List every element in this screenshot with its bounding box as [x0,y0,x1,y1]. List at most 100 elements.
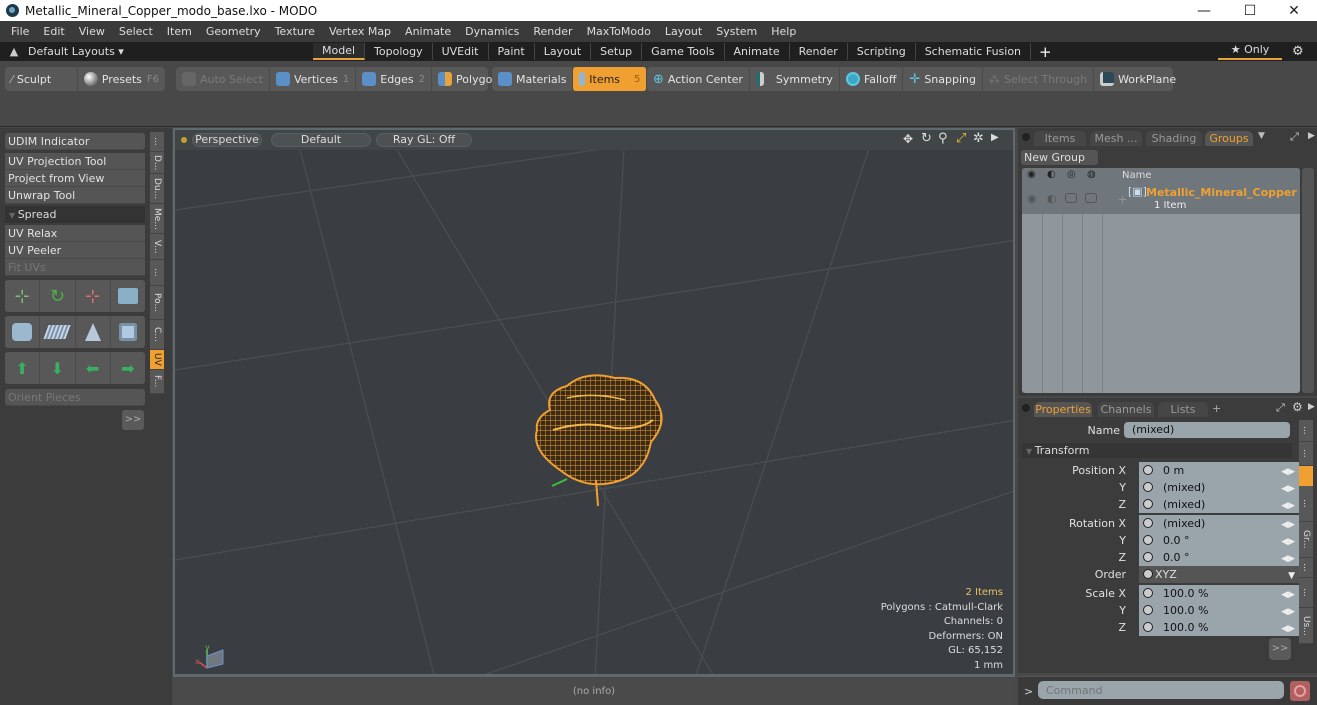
close-button[interactable]: ✕ [1271,0,1317,21]
menu-dynamics[interactable]: Dynamics [458,25,526,38]
property-value-field[interactable]: 100.0 % ◀▶ [1139,602,1299,619]
uv-move-icon[interactable]: ⊹ [5,280,41,312]
more-button[interactable]: >> [122,410,144,430]
falloff-button[interactable]: Falloff [840,67,904,91]
menu-texture[interactable]: Texture [268,25,322,38]
properties-menu-icon[interactable] [1022,404,1030,412]
select-through-button[interactable]: ⁂ Select Through [983,67,1095,91]
tab-game-tools[interactable]: Game Tools [642,43,725,60]
align-left-icon[interactable]: ⬅ [76,352,111,384]
orient-pieces-button[interactable]: Orient Pieces [5,389,145,406]
property-value-field[interactable]: XYZ ▼ [1139,566,1299,583]
edges-button[interactable]: Edges 2 [356,67,433,91]
transform-section[interactable]: ▼ Transform [1022,443,1292,458]
vtab-0[interactable]: ... [150,132,164,152]
side-tab-5[interactable]: ... [1299,578,1313,608]
shading-default-dropdown[interactable]: Default [271,133,371,147]
menu-render[interactable]: Render [526,25,579,38]
zoom-icon[interactable]: ⚲ [938,131,948,146]
row-select-toggle[interactable] [1085,193,1097,203]
uv-cylinder-icon[interactable] [5,316,41,348]
pan-icon[interactable]: ✥ [903,132,913,146]
property-value-field[interactable]: 0 m ◀▶ [1139,462,1299,479]
vtab-me[interactable]: Me... [150,204,164,234]
command-input[interactable] [1038,681,1284,699]
property-value-field[interactable]: 0.0 ° ◀▶ [1139,549,1299,566]
drag-arrows-icon[interactable]: ◀▶ [1281,621,1295,638]
align-top-icon[interactable]: ⬆ [5,352,41,384]
settings-gear-icon[interactable]: ⚙ [1292,44,1304,59]
tab-topology[interactable]: Topology [365,43,433,60]
visibility-column-icon[interactable]: ◉ [1027,169,1036,180]
raygl-toggle[interactable]: Ray GL: Off [376,133,472,147]
tab-channels[interactable]: Channels [1098,402,1154,417]
tab-lists[interactable]: Lists [1158,402,1208,417]
side-tab-gr[interactable]: Gr... [1299,522,1313,558]
presets-button[interactable]: Presets F6 [78,67,165,91]
vtab-d[interactable]: D... [150,152,164,174]
row-render-icon[interactable]: ◐ [1047,192,1057,205]
view-perspective-dropdown[interactable]: Perspective [192,133,262,147]
menu-view[interactable]: View [72,25,112,38]
vtab-c[interactable]: C... [150,320,164,350]
animate-channel-icon[interactable] [1143,465,1153,475]
animate-channel-icon[interactable] [1143,535,1153,545]
select-column-icon[interactable]: ◍ [1087,169,1096,180]
only-toggle[interactable]: ★ Only [1218,43,1282,60]
tabs-dropdown-icon[interactable]: ▼ [1258,131,1265,141]
lock-column-icon[interactable]: ◎ [1067,169,1076,180]
menu-animate[interactable]: Animate [398,25,458,38]
tab-model[interactable]: Model [313,43,366,60]
menu-maxtomodo[interactable]: MaxToModo [580,25,658,38]
expand-plus-icon[interactable]: + [1118,193,1127,206]
unwrap-tool-button[interactable]: Unwrap Tool [5,187,145,204]
dropdown-arrow-icon[interactable]: ▼ [1288,568,1295,585]
tab-items[interactable]: Items [1034,131,1086,146]
vtab-du[interactable]: Du... [150,174,164,204]
row-visibility-icon[interactable]: ◉ [1027,192,1037,205]
default-layouts-dropdown[interactable]: Default Layouts ▾ [28,45,313,58]
record-macro-button[interactable] [1290,681,1310,701]
symmetry-button[interactable]: Symmetry [750,67,840,91]
animate-channel-icon[interactable] [1143,482,1153,492]
side-tab-0[interactable]: ... [1299,420,1313,442]
3d-viewport[interactable]: Perspective Default Ray GL: Off ✥ ↻ ⚲ ⤢ … [173,128,1015,676]
fit-uvs-button[interactable]: Fit UVs [5,259,145,276]
menu-system[interactable]: System [709,25,764,38]
vtab-v[interactable]: V... [150,234,164,260]
animate-channel-icon[interactable] [1143,518,1153,528]
side-tab-4[interactable]: ... [1299,558,1313,578]
name-column-header[interactable]: Name [1122,170,1152,181]
tab-animate[interactable]: Animate [725,43,790,60]
render-column-icon[interactable]: ◐ [1047,169,1056,180]
animate-channel-icon[interactable] [1143,569,1153,579]
panel-menu-icon[interactable] [1022,133,1030,141]
animate-channel-icon[interactable] [1143,499,1153,509]
tab-setup[interactable]: Setup [591,43,643,60]
menu-geometry[interactable]: Geometry [199,25,268,38]
property-value-field[interactable]: (mixed) ◀▶ [1139,479,1299,496]
materials-button[interactable]: Materials [492,67,574,91]
side-tab-active[interactable] [1299,466,1313,486]
uv-flip-icon[interactable] [111,280,145,312]
minimize-button[interactable]: — [1181,0,1227,21]
add-tab-icon[interactable]: + [1212,402,1221,415]
udim-indicator-button[interactable]: UDIM Indicator [5,133,145,150]
align-bottom-icon[interactable]: ⬇ [40,352,76,384]
side-tab-2[interactable]: ... [1299,486,1313,522]
tab-mesh[interactable]: Mesh ... [1090,131,1142,146]
property-value-field[interactable]: (mixed) ◀▶ [1139,515,1299,532]
name-field[interactable]: (mixed) [1124,422,1290,438]
tab-paint[interactable]: Paint [489,43,535,60]
tab-groups[interactable]: Groups [1205,131,1253,146]
property-value-field[interactable]: (mixed) ◀▶ [1139,496,1299,513]
items-button[interactable]: Items 5 [573,67,648,91]
viewport-menu-arrow-icon[interactable]: ▶ [991,132,999,143]
tab-layout[interactable]: Layout [535,43,592,60]
snapping-button[interactable]: ✛ Snapping [903,67,983,91]
animate-channel-icon[interactable] [1143,588,1153,598]
uv-projection-tool-button[interactable]: UV Projection Tool [5,153,145,170]
property-value-field[interactable]: 100.0 % ◀▶ [1139,585,1299,602]
workplane-button[interactable]: WorkPlane [1094,67,1182,91]
tab-render[interactable]: Render [790,43,848,60]
